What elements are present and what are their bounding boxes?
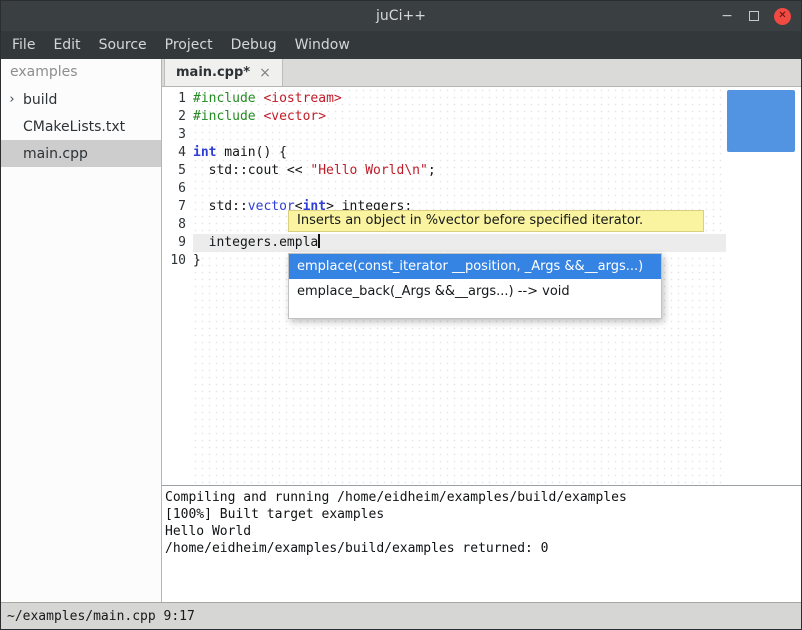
- code-text: [193, 126, 726, 144]
- code-line[interactable]: 9 integers.empla: [162, 234, 801, 252]
- output-line: [100%] Built target examples: [165, 506, 798, 523]
- chevron-right-icon[interactable]: ›: [1, 92, 23, 107]
- tree-item-label: main.cpp: [23, 146, 88, 162]
- close-button[interactable]: ✕: [774, 8, 791, 25]
- menu-item-project[interactable]: Project: [156, 31, 222, 59]
- editor-scrollbar[interactable]: [727, 90, 795, 152]
- code-line[interactable]: 4int main() {: [162, 144, 801, 162]
- title-bar: juCi++ − ✕: [1, 1, 801, 31]
- main-area: examples ›build CMakeLists.txt main.cpp ma…: [1, 59, 801, 602]
- doc-tooltip: Inserts an object in %vector before spec…: [288, 210, 704, 232]
- code-line[interactable]: 5 std::cout << "Hello World\n";: [162, 162, 801, 180]
- menu-item-debug[interactable]: Debug: [222, 31, 286, 59]
- code-line[interactable]: 2#include <vector>: [162, 108, 801, 126]
- project-name-header: examples: [1, 59, 161, 86]
- code-lines: 1#include <iostream>2#include <vector>34…: [162, 90, 801, 270]
- code-token: int: [193, 145, 216, 160]
- line-number: 5: [162, 162, 189, 180]
- text-caret: [318, 234, 320, 248]
- code-token: integers.empla: [193, 235, 318, 250]
- menu-bar: FileEditSourceProjectDebugWindow: [1, 31, 801, 59]
- tree-item-label: build: [23, 92, 57, 108]
- app-window: juCi++ − ✕ FileEditSourceProjectDebugWin…: [0, 0, 802, 630]
- code-text: #include <iostream>: [193, 90, 726, 108]
- tab-main-cpp[interactable]: main.cpp* ×: [164, 59, 283, 86]
- completion-popup: emplace(const_iterator __position, _Args…: [288, 253, 662, 319]
- menu-item-window[interactable]: Window: [286, 31, 359, 59]
- code-token: <iostream>: [263, 91, 341, 106]
- line-number: 6: [162, 180, 189, 198]
- code-text: int main() {: [193, 144, 726, 162]
- editor-column: main.cpp*× 1#include <iostream>2#include…: [162, 59, 801, 602]
- code-text: integers.empla: [193, 234, 726, 252]
- tab-bar: main.cpp* ×: [162, 59, 801, 87]
- menu-item-edit[interactable]: Edit: [44, 31, 89, 59]
- code-token: ;: [428, 163, 436, 178]
- code-text: [193, 180, 726, 198]
- editor[interactable]: 1#include <iostream>2#include <vector>34…: [162, 87, 801, 485]
- code-token: #include: [193, 91, 256, 106]
- restore-button[interactable]: [749, 11, 759, 21]
- line-number: 3: [162, 126, 189, 144]
- tree-item-main-cpp[interactable]: main.cpp: [1, 140, 161, 167]
- line-number: 7: [162, 198, 189, 216]
- code-token: <vector>: [263, 109, 326, 124]
- status-text: ~/examples/main.cpp 9:17: [7, 609, 195, 624]
- code-token: std::cout <<: [193, 163, 310, 178]
- file-tree: ›build CMakeLists.txt main.cpp: [1, 86, 161, 167]
- code-line[interactable]: 3: [162, 126, 801, 144]
- code-line[interactable]: 6: [162, 180, 801, 198]
- code-line[interactable]: 1#include <iostream>: [162, 90, 801, 108]
- window-title: juCi++: [376, 8, 426, 24]
- output-panel[interactable]: Compiling and running /home/eidheim/exam…: [162, 485, 801, 602]
- code-token: main() {: [216, 145, 286, 160]
- code-text: std::cout << "Hello World\n";: [193, 162, 726, 180]
- completion-item[interactable]: emplace(const_iterator __position, _Args…: [289, 254, 661, 279]
- output-line: Compiling and running /home/eidheim/exam…: [165, 489, 798, 506]
- status-bar: ~/examples/main.cpp 9:17: [1, 602, 801, 629]
- window-controls: − ✕: [720, 1, 791, 31]
- close-icon: ✕: [778, 11, 786, 21]
- code-token: #include: [193, 109, 256, 124]
- menu-item-file[interactable]: File: [3, 31, 44, 59]
- menu-item-source[interactable]: Source: [90, 31, 156, 59]
- line-number: 10: [162, 252, 189, 270]
- code-token: "Hello World\n": [310, 163, 427, 178]
- tree-item-label: CMakeLists.txt: [23, 119, 125, 135]
- tree-item-cmakelists-txt[interactable]: CMakeLists.txt: [1, 113, 161, 140]
- line-number: 8: [162, 216, 189, 234]
- code-token: std::: [193, 199, 248, 214]
- line-number: 2: [162, 108, 189, 126]
- line-number: 1: [162, 90, 189, 108]
- output-line: Hello World: [165, 523, 798, 540]
- minimize-button[interactable]: −: [720, 9, 734, 23]
- code-text: #include <vector>: [193, 108, 726, 126]
- completion-item[interactable]: emplace_back(_Args &&__args...) --> void: [289, 279, 661, 304]
- tab-close-icon[interactable]: ×: [259, 66, 271, 80]
- code-token: }: [193, 253, 201, 268]
- sidebar: examples ›build CMakeLists.txt main.cpp: [1, 59, 162, 602]
- output-line: /home/eidheim/examples/build/examples re…: [165, 540, 798, 557]
- tree-item-build[interactable]: ›build: [1, 86, 161, 113]
- line-number: 4: [162, 144, 189, 162]
- line-number: 9: [162, 234, 189, 252]
- tab-label: main.cpp*: [176, 65, 250, 80]
